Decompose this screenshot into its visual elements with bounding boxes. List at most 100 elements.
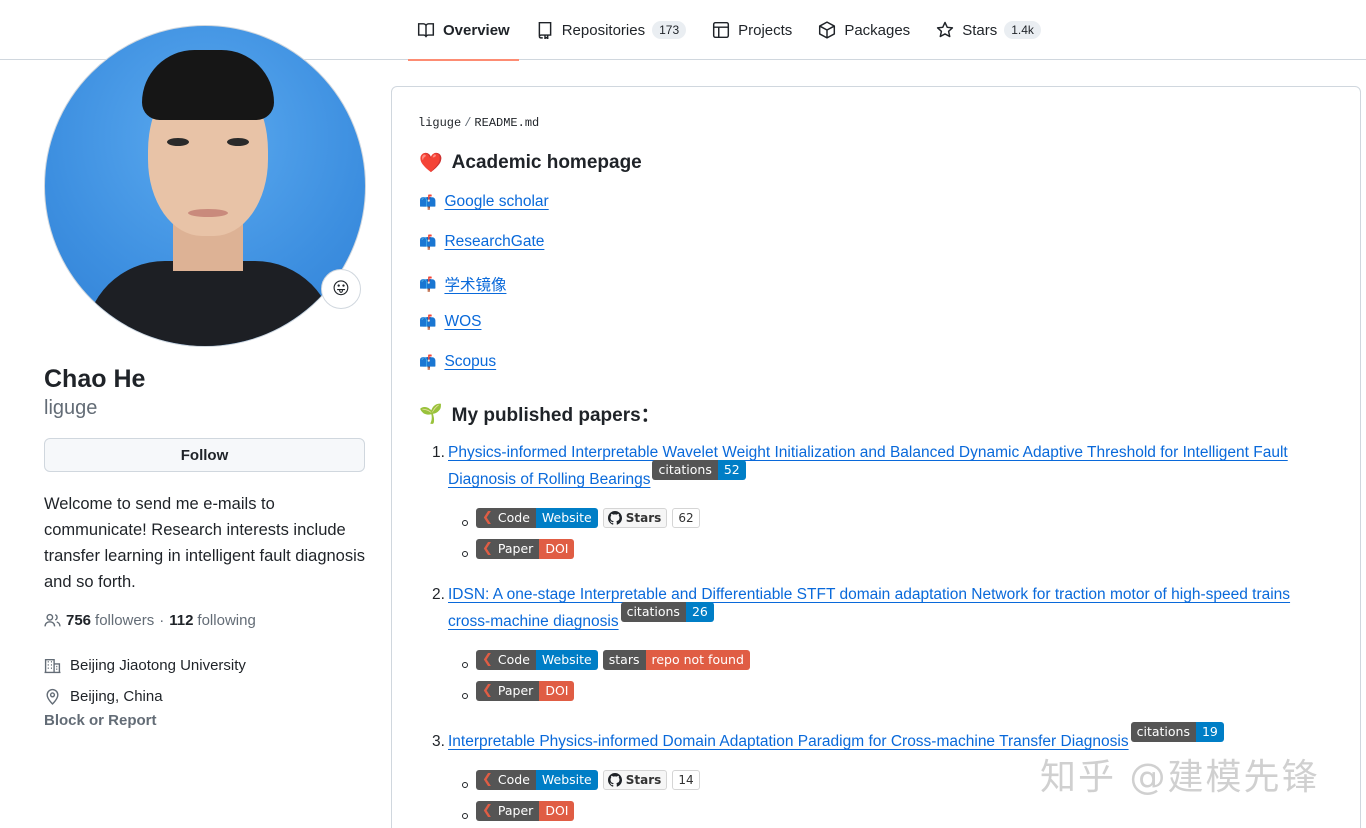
code-badge-label: Code <box>497 772 530 787</box>
follow-stats: 756 followers · 112 following <box>44 612 256 629</box>
tab-overview-label: Overview <box>443 21 510 39</box>
link-row-scopus: 📫 Scopus <box>419 353 496 371</box>
readme-path-slash: / <box>464 116 472 130</box>
code-website-badge[interactable]: ❮ Code Website <box>476 770 598 790</box>
organization-icon <box>44 658 61 674</box>
bullet-icon <box>462 782 468 788</box>
following-count: 112 <box>169 612 194 629</box>
tab-projects-label: Projects <box>738 21 793 39</box>
paper-2-code-row: ❮ Code Website stars repo not found <box>462 650 750 670</box>
heading-academic-homepage-text: Academic homepage <box>451 152 642 173</box>
avatar-hair <box>142 50 274 120</box>
scopus-link[interactable]: Scopus <box>444 353 496 371</box>
bullet-icon <box>462 693 468 699</box>
stars-badge-label: Stars <box>625 511 662 525</box>
google-scholar-link[interactable]: Google scholar <box>444 193 548 211</box>
avatar-container: 😛 <box>44 25 366 347</box>
stars-badge-value: 62 <box>672 508 700 528</box>
link-row-wos: 📫 WOS <box>419 313 481 331</box>
tab-packages[interactable]: Packages <box>809 0 919 60</box>
chevron-left-icon: ❮ <box>482 772 493 787</box>
doi-badge-label: DOI <box>539 681 575 701</box>
code-badge-label: Code <box>497 652 530 667</box>
wos-link[interactable]: WOS <box>444 313 481 331</box>
github-icon <box>607 511 622 525</box>
readme-box: liguge / README.md ❤️ Academic homepage 📫 … <box>391 86 1361 828</box>
follow-button[interactable]: Follow <box>44 438 365 472</box>
citations-badge[interactable]: citations 26 <box>620 602 714 622</box>
code-website-badge[interactable]: ❮ Code Website <box>476 650 598 670</box>
location-label: Beijing, China <box>70 688 163 705</box>
block-or-report-link[interactable]: Block or Report <box>44 712 157 729</box>
code-website-badge[interactable]: ❮ Code Website <box>476 508 598 528</box>
readme-owner-link[interactable]: liguge <box>418 116 461 130</box>
followers-count: 756 <box>66 612 92 629</box>
tab-stars[interactable]: Stars 1.4k <box>927 0 1050 60</box>
avatar[interactable] <box>44 25 366 347</box>
status-emoji-button[interactable]: 😛 <box>321 269 361 309</box>
paper-number: 2. <box>432 586 445 603</box>
tab-list: Overview Repositories 173 Projects Packa… <box>408 0 1058 61</box>
followers-link[interactable]: 756 followers <box>66 612 154 629</box>
chevron-left-icon: ❮ <box>482 683 493 698</box>
tab-repositories[interactable]: Repositories 173 <box>527 0 695 60</box>
paper-number: 1. <box>432 444 445 461</box>
profile-organization: Beijing Jiaotong University <box>44 657 246 674</box>
stars-badge-value: 14 <box>672 770 700 790</box>
paper-3-paper-row: ❮ Paper DOI <box>462 801 575 821</box>
citations-badge-value: 26 <box>685 602 714 622</box>
website-badge-label: Website <box>535 650 598 670</box>
paper-title-link[interactable]: IDSN: A one-stage Interpretable and Diff… <box>448 586 1290 630</box>
link-row-researchgate: 📫 ResearchGate <box>419 233 544 251</box>
chevron-left-icon: ❮ <box>482 510 493 525</box>
repo-icon <box>538 21 552 39</box>
citations-badge[interactable]: citations 52 <box>652 460 746 480</box>
readme-file-link[interactable]: README.md <box>474 116 539 130</box>
paper-doi-badge[interactable]: ❮ Paper DOI <box>476 681 575 701</box>
github-stars-badge[interactable]: Stars 62 <box>602 508 700 528</box>
citations-badge[interactable]: citations 19 <box>1130 722 1224 742</box>
mailbox-icon: 📫 <box>419 275 437 292</box>
doi-badge-label: DOI <box>539 539 575 559</box>
paper-title-link[interactable]: Interpretable Physics-informed Domain Ad… <box>448 733 1129 750</box>
tab-overview[interactable]: Overview <box>408 0 519 61</box>
stars-badge-label: Stars <box>625 773 662 787</box>
citations-badge-label: citations <box>1130 722 1196 742</box>
github-icon <box>607 773 622 787</box>
repositories-counter: 173 <box>652 21 687 39</box>
paper-2-paper-row: ❮ Paper DOI <box>462 681 575 701</box>
researchgate-link[interactable]: ResearchGate <box>444 233 544 251</box>
stats-separator: · <box>159 612 165 629</box>
link-row-google-scholar: 📫 Google scholar <box>419 193 549 211</box>
seedling-icon: 🌱 <box>419 403 443 425</box>
mailbox-icon: 📫 <box>419 353 437 370</box>
paper-doi-badge[interactable]: ❮ Paper DOI <box>476 801 575 821</box>
avatar-eye-right <box>227 138 249 146</box>
paper-title-block: IDSN: A one-stage Interpretable and Diff… <box>448 581 1333 635</box>
paper-1-paper-row: ❮ Paper DOI <box>462 539 575 559</box>
tab-projects[interactable]: Projects <box>703 0 801 60</box>
profile-bio: Welcome to send me e-mails to communicat… <box>44 495 366 591</box>
github-stars-badge[interactable]: Stars 14 <box>602 770 700 790</box>
academic-mirror-link[interactable]: 学术镜像 <box>444 273 506 295</box>
citations-badge-label: citations <box>652 460 718 480</box>
tab-packages-label: Packages <box>844 21 911 39</box>
package-icon <box>819 21 836 39</box>
readme-path: liguge / README.md <box>418 116 539 130</box>
mailbox-icon: 📫 <box>419 193 437 210</box>
avatar-eye-left <box>167 138 189 146</box>
avatar-shirt <box>85 261 335 346</box>
profile-location: Beijing, China <box>44 688 163 705</box>
following-link[interactable]: 112 following <box>169 612 256 629</box>
book-icon <box>417 23 435 38</box>
paper-badge-label: Paper <box>497 683 534 698</box>
paper-3-code-row: ❮ Code Website Stars 14 <box>462 770 700 790</box>
star-icon <box>937 21 954 38</box>
heading-academic-homepage: ❤️ Academic homepage <box>419 151 642 175</box>
link-row-academic-mirror: 📫 学术镜像 <box>419 273 506 295</box>
paper-doi-badge[interactable]: ❮ Paper DOI <box>476 539 575 559</box>
paper-title-link[interactable]: Physics-informed Interpretable Wavelet W… <box>448 444 1288 488</box>
stars-error-badge[interactable]: stars repo not found <box>602 650 750 670</box>
bullet-icon <box>462 551 468 557</box>
website-badge-label: Website <box>535 508 598 528</box>
